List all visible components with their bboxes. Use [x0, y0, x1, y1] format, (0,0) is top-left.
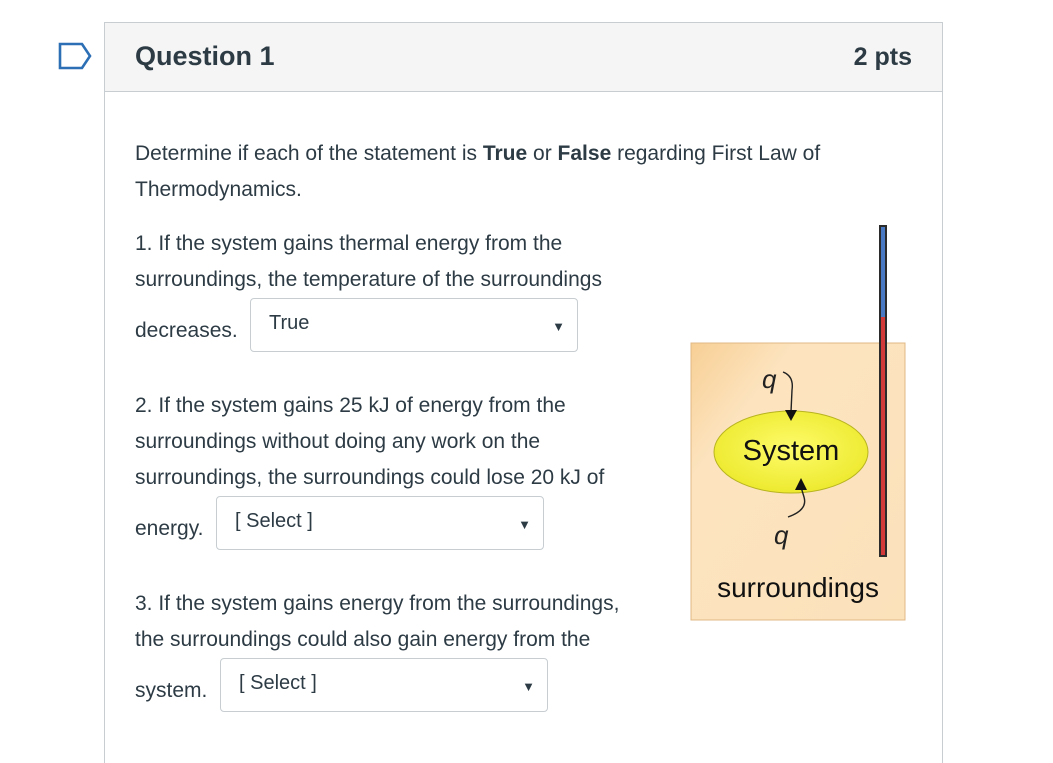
- dropdown-arrow-icon: ▼: [518, 517, 531, 532]
- dropdown-selected-value: True: [269, 312, 310, 334]
- question-title: Question 1: [135, 41, 275, 71]
- intro-true-word: True: [482, 142, 528, 165]
- question-intro: Determine if each of the statement is Tr…: [135, 136, 820, 172]
- dropdown-selected-value: [ Select ]: [239, 672, 317, 694]
- q-label-bottom: q: [774, 520, 789, 550]
- intro-false-word: False: [557, 142, 612, 165]
- dropdown-arrow-icon: ▼: [552, 319, 565, 334]
- question-points: 2 pts: [853, 43, 912, 71]
- statement-2-dropdown[interactable]: [ Select ] ▼: [216, 496, 544, 550]
- intro-text: Determine if each of the statement is: [135, 142, 483, 165]
- statement-3-dropdown[interactable]: [ Select ] ▼: [220, 658, 548, 712]
- statement-2-line-4: energy.: [135, 517, 204, 540]
- statement-2-line-2: surroundings without doing any work on t…: [135, 430, 541, 453]
- statement-3-line-3: system.: [135, 679, 208, 702]
- thermometer-red-column: [881, 317, 885, 555]
- surroundings-label: surroundings: [717, 572, 879, 603]
- statement-2-line-3: surroundings, the surroundings could los…: [135, 466, 605, 489]
- system-label: System: [743, 435, 840, 467]
- system-surroundings-diagram: q System q surroundings: [690, 342, 906, 621]
- thermometer-empty-column: [881, 227, 885, 317]
- statement-1-line-3: decreases.: [135, 319, 238, 342]
- q-label-top: q: [762, 364, 777, 394]
- intro-text: regarding First Law of: [611, 142, 821, 165]
- statement-1-dropdown[interactable]: True ▼: [250, 298, 578, 352]
- bookmark-flag-icon[interactable]: [58, 42, 92, 70]
- statement-2-line-1: 2. If the system gains 25 kJ of energy f…: [135, 394, 566, 417]
- statement-3-line-2: the surroundings could also gain energy …: [135, 628, 591, 651]
- dropdown-arrow-icon: ▼: [522, 679, 535, 694]
- question-header: Question 1 2 pts: [105, 23, 942, 92]
- intro-line-2: Thermodynamics.: [135, 178, 302, 201]
- statement-1-line-1: 1. If the system gains thermal energy fr…: [135, 232, 563, 255]
- statement-1-line-2: surroundings, the temperature of the sur…: [135, 268, 602, 291]
- statement-3-line-1: 3. If the system gains energy from the s…: [135, 592, 620, 615]
- dropdown-selected-value: [ Select ]: [235, 510, 313, 532]
- intro-text: or: [527, 142, 558, 165]
